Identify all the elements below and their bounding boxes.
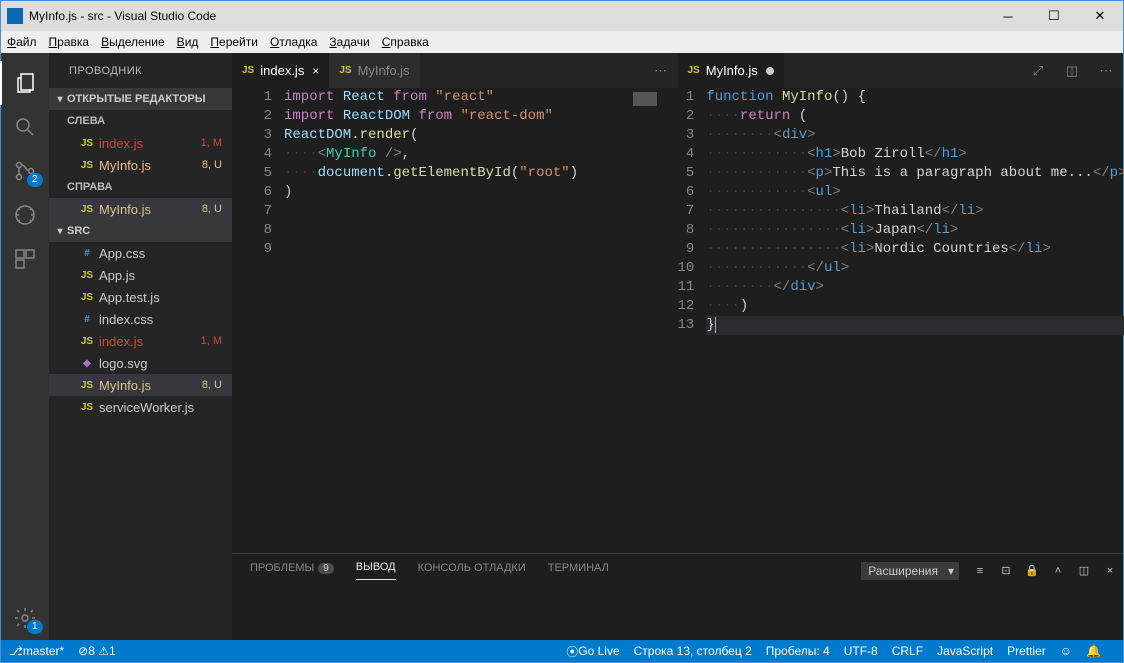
indentation[interactable]: Пробелы: 4 [766,644,830,658]
group-right[interactable]: СПРАВА [49,176,232,198]
tab-problems[interactable]: ПРОБЛЕМЫ9 [250,562,334,580]
file-App.css[interactable]: #App.css [49,242,232,264]
window-title: MyInfo.js - src - Visual Studio Code [29,9,985,23]
activity-bar: 2 1 [1,53,49,640]
close-panel-icon[interactable]: × [1097,565,1123,577]
maximize-button[interactable]: ☐ [1031,1,1077,31]
problems-count: 9 [318,563,334,574]
tab-myinfo-js-right[interactable]: JSMyInfo.js [678,53,784,88]
file-MyInfo.js[interactable]: JSMyInfo.js8, U [49,374,232,396]
open-editors-header[interactable]: ▾ОТКРЫТЫЕ РЕДАКТОРЫ [49,88,232,110]
editor-right: JSMyInfo.js ⤢ ◫ ⋯ 12345678910111213funct… [678,53,1124,553]
modified-indicator-icon [766,67,774,75]
menu-правка[interactable]: Правка [49,35,90,49]
split-icon[interactable]: ◫ [1055,53,1089,88]
code-left[interactable]: import React from "react"import ReactDOM… [284,88,628,553]
menubar: Файл Правка Выделение Вид Перейти Отладка Зада… [1,31,1123,53]
maximize-panel-icon[interactable]: ◫ [1071,564,1097,577]
file-MyInfo.js[interactable]: JSMyInfo.js8, U [49,154,232,176]
sidebar: ПРОВОДНИК ▾ОТКРЫТЫЕ РЕДАКТОРЫ СЛЕВА JSin… [49,53,232,640]
file-index.js[interactable]: JSindex.js1, M [49,132,232,154]
file-index.css[interactable]: #index.css [49,308,232,330]
clear-output-icon[interactable]: ≡ [967,565,993,577]
file-serviceWorker.js[interactable]: JSserviceWorker.js [49,396,232,418]
error-count[interactable]: ⊘ 8 ⚠ 1 [78,644,116,659]
chevron-up-icon[interactable]: ˄ [1045,565,1071,577]
output-source-dropdown[interactable]: Расширения [861,562,959,580]
extensions-icon[interactable] [1,237,49,281]
more-icon[interactable]: ⋯ [1089,53,1123,88]
file-logo.svg[interactable]: ◆logo.svg [49,352,232,374]
tab-index-js[interactable]: JSindex.js× [232,53,329,88]
lock-scroll-icon[interactable]: 🔒 [1019,564,1045,577]
minimap-left[interactable] [628,88,678,553]
minimize-button[interactable]: ─ [985,1,1031,31]
bottom-panel: ПРОБЛЕМЫ9 ВЫВОД КОНСОЛЬ ОТЛАДКИ ТЕРМИНАЛ… [232,553,1123,640]
language-mode[interactable]: JavaScript [937,644,993,658]
search-icon[interactable] [1,105,49,149]
code-right[interactable]: function MyInfo() {····return (········<… [706,88,1124,553]
menu-справка[interactable]: Справка [382,35,429,49]
scm-badge: 2 [27,173,43,187]
tab-myinfo-js-left[interactable]: JSMyInfo.js [329,53,419,88]
open-log-icon[interactable]: ⊡ [993,564,1019,577]
gear-badge: 1 [27,620,43,634]
group-left[interactable]: СЛЕВА [49,110,232,132]
menu-выделение[interactable]: Выделение [101,35,165,49]
tab-output[interactable]: ВЫВОД [356,561,396,580]
encoding[interactable]: UTF-8 [844,644,878,658]
cursor-position[interactable]: Строка 13, столбец 2 [634,644,752,658]
tabs-left: JSindex.js× JSMyInfo.js ⋯ [232,53,678,88]
debug-icon[interactable] [1,193,49,237]
more-icon[interactable]: ⋯ [644,53,678,88]
titlebar: MyInfo.js - src - Visual Studio Code ─ ☐… [1,1,1123,31]
tab-debug-console[interactable]: КОНСОЛЬ ОТЛАДКИ [418,562,526,580]
menu-файл[interactable]: Файл [7,35,37,49]
bell-icon[interactable]: 🔔 [1086,644,1101,658]
file-App.js[interactable]: JSApp.js [49,264,232,286]
prettier-status[interactable]: Prettier [1007,644,1046,658]
vscode-logo-icon [7,8,23,24]
eol[interactable]: CRLF [892,644,923,658]
editor-left: JSindex.js× JSMyInfo.js ⋯ 123456789impor… [232,53,678,553]
file-index.js[interactable]: JSindex.js1, M [49,330,232,352]
file-App.test.js[interactable]: JSApp.test.js [49,286,232,308]
explorer-icon[interactable] [0,61,50,105]
git-branch[interactable]: ⎇ master* [9,644,64,659]
tabs-right: JSMyInfo.js ⤢ ◫ ⋯ [678,53,1124,88]
diff-icon[interactable]: ⤢ [1021,53,1055,88]
gear-icon[interactable]: 1 [1,596,49,640]
tab-terminal[interactable]: ТЕРМИНАЛ [548,562,609,580]
close-icon[interactable]: × [312,64,319,78]
close-window-button[interactable]: ✕ [1077,1,1123,31]
explorer-title: ПРОВОДНИК [49,53,232,88]
status-bar: ⎇ master* ⊘ 8 ⚠ 1 ⦿ Go Live Строка 13, с… [1,640,1123,662]
scm-icon[interactable]: 2 [1,149,49,193]
menu-отладка[interactable]: Отладка [270,35,317,49]
feedback-icon[interactable]: ☺ [1060,644,1072,658]
src-header[interactable]: ▾SRC [49,220,232,242]
go-live[interactable]: ⦿ Go Live [566,643,619,660]
menu-вид[interactable]: Вид [177,35,199,49]
file-MyInfo.js[interactable]: JSMyInfo.js8, U [49,198,232,220]
menu-задачи[interactable]: Задачи [329,35,369,49]
menu-перейти[interactable]: Перейти [210,35,258,49]
